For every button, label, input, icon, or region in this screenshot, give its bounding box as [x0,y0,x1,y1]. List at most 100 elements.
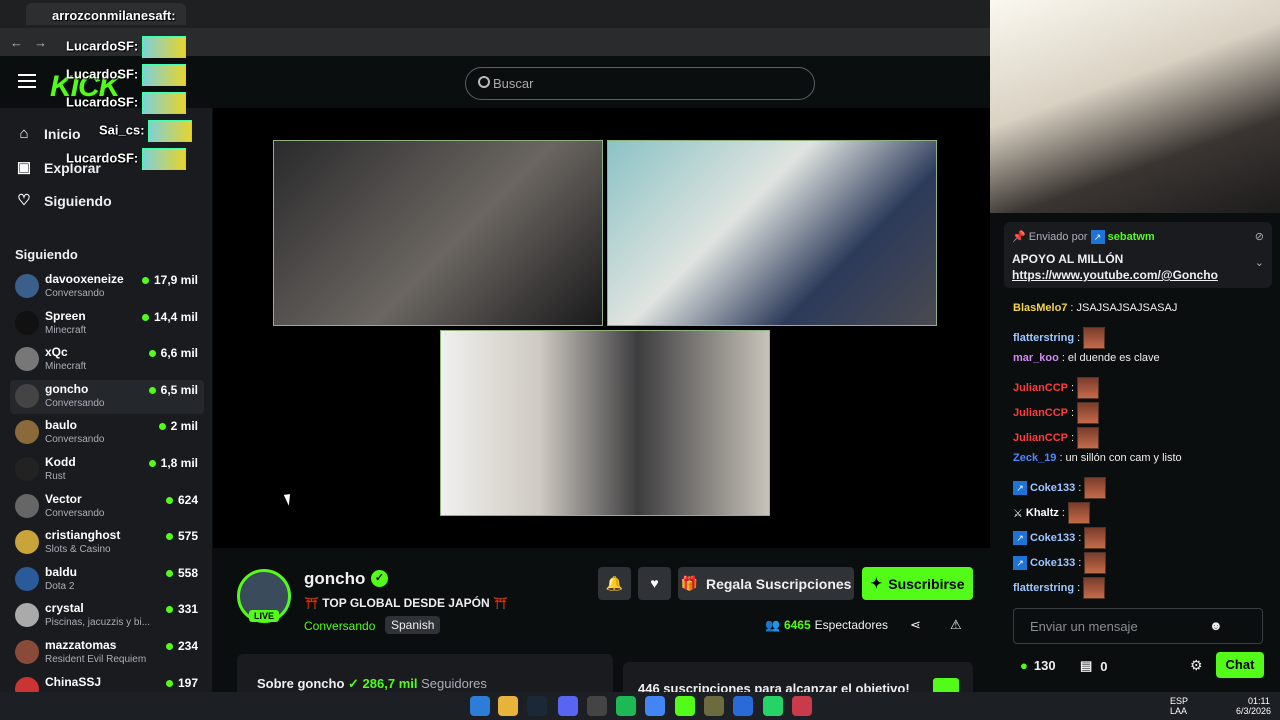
pinned-message[interactable]: 📌 Enviado por ↗ sebatwm APOYO AL MILLÓN … [1004,222,1272,288]
chat-message[interactable]: flatterstring: [1013,327,1106,349]
report-icon[interactable]: ⚠ [950,617,962,633]
chat-username[interactable]: Coke133 [1030,482,1075,494]
gear-icon[interactable]: ⚙ [1190,657,1203,674]
heart-icon: ♡ [17,192,31,209]
chat-username[interactable]: mar_koo [1013,352,1059,364]
steam-icon[interactable] [527,696,547,716]
user-badge-icon: ↗ [1013,556,1027,570]
share-icon[interactable]: ⋖ [910,617,921,633]
stream-category[interactable]: Conversando [304,619,375,633]
chevron-down-icon[interactable]: ⌄ [1255,256,1264,269]
nav-home[interactable]: ⌂ Inicio [16,122,80,146]
following-channel[interactable]: baulo Conversando 2 mil [10,416,204,450]
following-heading: Siguiendo [15,247,78,262]
chrome-icon[interactable] [645,696,665,716]
following-channel[interactable]: goncho Conversando 6,5 mil [10,379,204,414]
points-icon: ● [1020,658,1028,673]
discord-icon[interactable] [558,696,578,716]
steam-icon[interactable] [792,696,812,716]
chat-text: el duende es clave [1067,352,1160,364]
chat-username[interactable]: Zeck_19 [1013,452,1056,464]
kick-app-icon[interactable] [675,696,695,716]
following-channel[interactable]: davooxeneize Conversando 17,9 mil [10,270,204,304]
following-channel[interactable]: Kodd Rust 1,8 mil [10,453,204,487]
points-value: 130 [1033,658,1056,673]
gift-subs-button[interactable]: 🎁 Regala Suscripciones [678,567,854,600]
streamer-name[interactable]: goncho [304,569,365,589]
chat-message[interactable]: ⚔ Khaltz: [1013,502,1090,524]
search-icon [478,76,490,88]
chat-message[interactable]: ↗ Coke133: [1013,527,1107,549]
chat-message[interactable]: ↗ Coke133: [1013,477,1107,499]
back-icon[interactable]: ← [10,35,23,50]
channel-name: davooxeneize [45,272,124,286]
lang-code: ESP [1170,696,1189,706]
followers-label: Seguidores [421,676,487,691]
drops-counter[interactable]: ▤ 0 [1080,658,1108,674]
emote-menu-icon[interactable]: ☻ [1209,618,1223,633]
forward-icon[interactable]: → [34,35,47,50]
whatsapp-icon[interactable] [763,696,783,716]
channel-points[interactable]: ● 130 [1020,658,1056,673]
spotify-icon[interactable] [616,696,636,716]
channel-category: Minecraft [45,324,87,336]
video-feed-2 [607,140,937,326]
chat-username[interactable]: Coke133 [1030,532,1075,544]
channel-viewers: 1,8 mil [149,456,198,470]
nav-following[interactable]: ♡ Siguiendo [16,189,112,213]
chat-message[interactable]: ↗ Coke133: [1013,552,1107,574]
chat-send-button[interactable]: Chat [1216,652,1264,678]
chat-message[interactable]: mar_koo: el duende es clave [1013,352,1160,364]
bell-icon[interactable]: 🔔 [598,567,631,600]
notepad-icon[interactable] [733,696,753,716]
channel-category: Rust [45,471,66,482]
heart-icon[interactable]: ♥ [638,567,671,600]
following-channel[interactable]: baldu Dota 2 558 [10,563,204,597]
chat-username[interactable]: JulianCCP [1013,432,1068,444]
home-icon: ⌂ [19,125,29,142]
chat-username[interactable]: Khaltz [1026,507,1059,519]
channel-name: Kodd [45,455,76,469]
hide-icon[interactable]: ⊘ [1255,230,1264,243]
channel-name: Vector [45,491,82,506]
chat-message[interactable]: JulianCCP: [1013,427,1100,449]
chat-message[interactable]: JulianCCP: [1013,402,1100,424]
chat-text: JSAJSAJSAJSASAJ [1076,302,1178,314]
chat-message[interactable]: JulianCCP: [1013,377,1100,399]
channel-name: baldu [45,564,77,579]
taskbar [0,692,1280,720]
channel-name: mazzatomas [45,638,117,652]
chat-username[interactable]: flatterstring [1013,332,1074,344]
gift-subs-label: Regala Suscripciones [705,575,852,592]
folder-icon[interactable] [498,696,518,716]
star-icon: ✦ [870,575,883,591]
following-channel[interactable]: Vector Conversando 624 [10,490,204,524]
verified-icon: ✓ [371,570,388,587]
language-tag[interactable]: Spanish [385,616,441,634]
pinned-by: 📌 Enviado por ↗ sebatwm [1012,230,1155,244]
following-channel[interactable]: Spreen Minecraft 14,4 mil [10,307,204,341]
app-icon[interactable] [704,696,724,716]
chat-username[interactable]: Coke133 [1030,557,1075,569]
chat-message[interactable]: flatterstring: [1013,577,1106,599]
menu-icon[interactable] [18,74,36,88]
chat-username[interactable]: JulianCCP [1013,382,1068,394]
start-icon[interactable] [470,696,490,716]
following-channel[interactable]: mazzatomas Resident Evil Requiem 234 [10,636,204,670]
following-channel[interactable]: cristianghost Slots & Casino 575 [10,526,204,560]
following-channel[interactable]: xQc Minecraft 6,6 mil [10,343,204,377]
nav-following-label: Siguiendo [44,193,112,209]
pinned-link[interactable]: https://www.youtube.com/@Goncho [1012,268,1218,282]
chat-username[interactable]: JulianCCP [1013,407,1068,419]
chat-username[interactable]: BlasMelo7 [1013,302,1067,314]
channel-viewers: 197 [166,676,198,690]
chat-username[interactable]: flatterstring [1013,582,1074,594]
drops-value: 0 [1100,658,1108,674]
chat-message[interactable]: Zeck_19: un sillón con cam y listo [1013,452,1182,464]
channel-category: Dota 2 [45,580,75,592]
following-channel[interactable]: crystal Piscinas, jacuzzis y bi... 331 [10,599,204,633]
app-icon[interactable] [587,696,607,716]
subscribe-button[interactable]: ✦ Suscribirse [862,567,973,600]
chat-message[interactable]: BlasMelo7: JSAJSAJSAJSASAJ [1013,302,1177,314]
chat-text: un sillón con cam y listo [1065,452,1182,464]
